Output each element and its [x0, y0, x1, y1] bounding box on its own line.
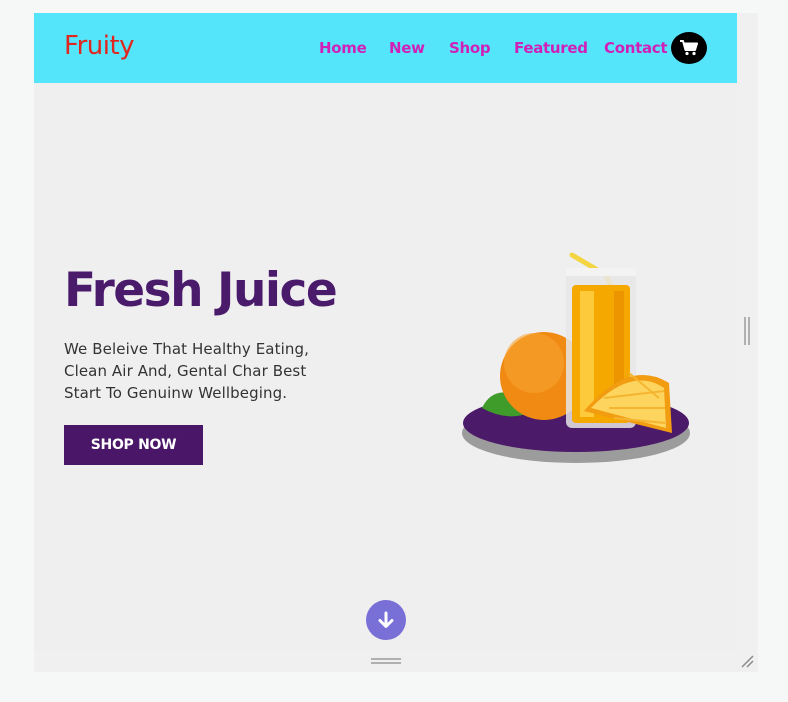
hero-text-line-2: Clean Air And, Gental Char Best — [64, 362, 307, 380]
nav-link-home[interactable]: Home — [319, 39, 367, 57]
vertical-resize-handle[interactable] — [744, 317, 750, 345]
nav-link-new[interactable]: New — [389, 39, 425, 57]
hero-title: Fresh Juice — [64, 263, 338, 318]
hero-text-line-1: We Beleive That Healthy Eating, — [64, 340, 309, 358]
navbar: Fruity Home New Shop Featured Contact — [34, 13, 737, 83]
resize-grip-icon[interactable] — [740, 654, 754, 668]
nav-link-shop[interactable]: Shop — [449, 39, 491, 57]
horizontal-resize-handle[interactable] — [371, 658, 401, 664]
website-viewport: Fruity Home New Shop Featured Contact Fr… — [34, 13, 737, 651]
preview-frame: Fruity Home New Shop Featured Contact Fr… — [34, 13, 758, 672]
hero-text-line-3: Start To Genuinw Wellbeging. — [64, 384, 288, 402]
shopping-cart-icon — [680, 40, 698, 56]
juice-image — [454, 233, 699, 477]
cart-button[interactable] — [671, 32, 707, 64]
shop-now-button[interactable]: SHOP NOW — [64, 425, 203, 465]
nav-link-contact[interactable]: Contact — [604, 39, 668, 57]
arrow-down-icon — [378, 611, 394, 628]
hero-description: We Beleive That Healthy Eating, Clean Ai… — [64, 338, 324, 404]
nav-link-featured[interactable]: Featured — [514, 39, 588, 57]
brand-logo[interactable]: Fruity — [64, 31, 135, 61]
scroll-down-button[interactable] — [366, 600, 406, 640]
